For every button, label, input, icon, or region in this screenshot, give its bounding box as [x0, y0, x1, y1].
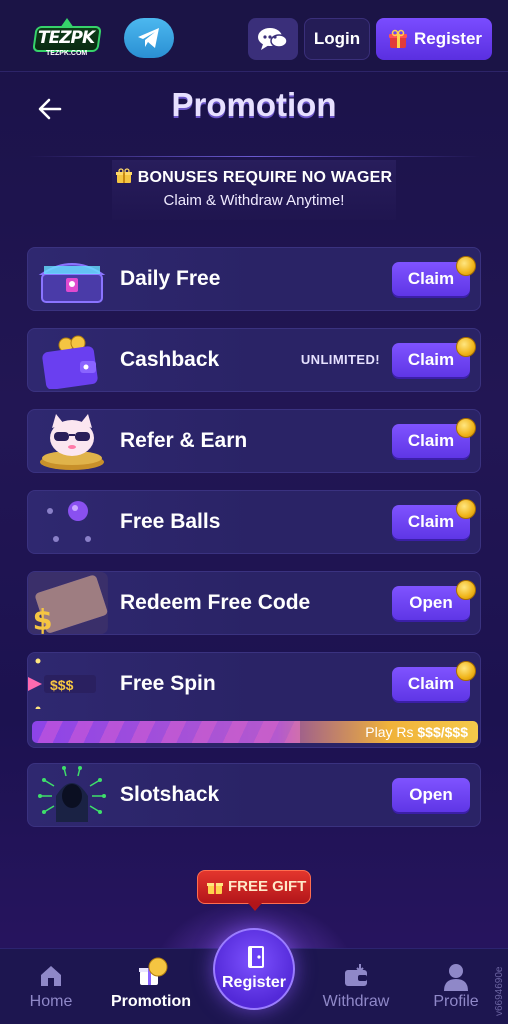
version-text: v6694690e — [494, 966, 505, 1017]
unlimited-tag: UNLIMITED! — [300, 352, 380, 367]
promo-row-free-spin[interactable]: $$$ Free Spin Claim Play Rs $$$/$$$ — [27, 652, 481, 748]
logo-text: TEZPK — [38, 28, 95, 48]
nav-register-label: Register — [221, 974, 287, 991]
nav-promotion-label: Promotion — [111, 993, 191, 1010]
progress-value: $$$/$$$ — [417, 724, 468, 740]
title-divider — [28, 156, 480, 157]
register-button[interactable]: Register — [376, 18, 492, 60]
open-button[interactable]: Open — [392, 778, 470, 812]
free-gift-button[interactable]: FREE GIFT — [197, 870, 311, 911]
telegram-icon — [138, 28, 159, 48]
coin-icon — [456, 256, 476, 276]
wallet-withdraw-icon — [345, 964, 367, 986]
coin-icon — [456, 661, 476, 681]
gift-icon — [207, 883, 223, 894]
nav-promotion[interactable]: Promotion — [104, 949, 198, 1024]
gift-icon — [389, 29, 407, 48]
top-bar: TEZPK TEZPK.COM Login Register — [0, 0, 508, 72]
nav-withdraw-label: Withdraw — [322, 993, 390, 1010]
home-icon — [41, 966, 61, 986]
cat-mascot-icon — [40, 414, 104, 470]
nav-home[interactable]: Home — [18, 949, 84, 1024]
wallet-coins-icon — [42, 335, 98, 389]
profile-icon — [444, 964, 468, 991]
bonus-notice: BONUSES REQUIRE NO WAGER Claim & Withdra… — [112, 160, 396, 220]
bonus-headline-text: BONUSES REQUIRE NO WAGER — [137, 169, 393, 186]
progress-prefix: Play Rs — [365, 724, 418, 740]
balls-icon — [47, 501, 91, 542]
spin-progress-bar: Play Rs $$$/$$$ — [32, 721, 478, 743]
promo-row-slotshack[interactable]: Slotshack Open — [27, 763, 481, 827]
promo-label: Slotshack — [120, 783, 220, 806]
promo-row-daily-free[interactable]: Daily Free Claim — [27, 247, 481, 311]
page-title: Promotion — [171, 86, 337, 123]
coin-icon — [456, 418, 476, 438]
free-gift-label: FREE GIFT — [228, 878, 307, 895]
bonus-subline: Claim & Withdraw Anytime! — [163, 192, 345, 209]
nav-home-label: Home — [29, 993, 73, 1010]
nav-profile-label: Profile — [433, 993, 479, 1010]
telegram-button[interactable] — [124, 18, 174, 58]
register-label: Register — [414, 29, 483, 48]
spin-art-text: $$$ — [50, 677, 74, 693]
coin-icon — [456, 337, 476, 357]
hacker-icon — [38, 766, 106, 822]
bonus-headline: BONUSES REQUIRE NO WAGER — [112, 168, 396, 187]
promo-row-refer-earn[interactable]: Refer & Earn Claim — [27, 409, 481, 473]
promo-row-free-balls[interactable]: Free Balls Claim — [27, 490, 481, 554]
door-enter-icon — [248, 946, 264, 968]
free-gift-pointer — [248, 903, 262, 911]
chat-button[interactable] — [248, 18, 298, 60]
coin-icon — [456, 580, 476, 600]
promo-label: Daily Free — [120, 267, 221, 290]
login-button[interactable]: Login — [304, 18, 370, 60]
promo-label: Refer & Earn — [120, 429, 248, 452]
coin-icon — [456, 499, 476, 519]
ticket-icon: $ — [28, 572, 108, 634]
nav-profile[interactable]: Profile — [422, 949, 490, 1024]
gift-coin-icon — [139, 957, 168, 985]
promo-label: Redeem Free Code — [120, 591, 311, 614]
chat-bubbles-icon — [258, 28, 288, 50]
promo-label: Cashback — [120, 348, 220, 371]
gift-icon — [115, 168, 132, 183]
nav-register-button[interactable]: Register — [213, 928, 295, 1010]
progress-text: Play Rs $$$/$$$ — [365, 721, 468, 743]
promo-label: Free Spin — [120, 672, 216, 695]
promo-row-redeem-code[interactable]: $ Redeem Free Code Open — [27, 571, 481, 635]
promo-label: Free Balls — [120, 510, 221, 533]
nav-withdraw[interactable]: Withdraw — [316, 949, 396, 1024]
promo-row-cashback[interactable]: Cashback UNLIMITED! Claim — [27, 328, 481, 392]
svg-text:$: $ — [33, 603, 53, 634]
logo-subtext: TEZPK.COM — [46, 50, 88, 57]
tezpk-logo[interactable]: TEZPK TEZPK.COM — [32, 18, 102, 60]
treasure-chest-icon — [38, 263, 106, 303]
